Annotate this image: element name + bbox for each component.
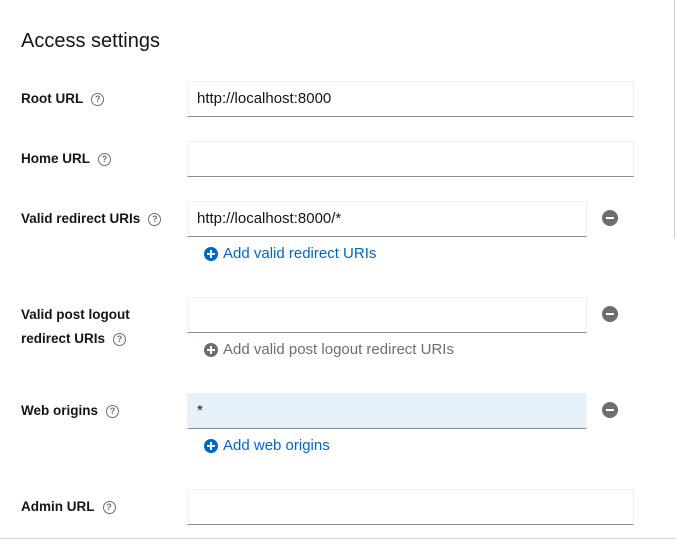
root-url-label-row: Root URL ? xyxy=(21,87,105,111)
help-icon[interactable]: ? xyxy=(148,212,162,226)
post-logout-label-line1: Valid post logout xyxy=(21,303,130,327)
valid-redirect-label: Valid redirect URIs xyxy=(21,211,141,226)
remove-web-origin-button[interactable] xyxy=(602,402,618,418)
post-logout-label-text2: redirect URIs xyxy=(21,331,106,346)
add-post-logout-redirect-uris-label: Add valid post logout redirect URIs xyxy=(223,341,454,358)
plus-circle-icon xyxy=(204,438,218,453)
remove-post-logout-uri-button[interactable] xyxy=(602,306,618,322)
root-url-input[interactable]: http://localhost:8000 xyxy=(187,81,634,117)
post-logout-label-row: redirect URIs ? xyxy=(21,327,127,351)
help-icon[interactable]: ? xyxy=(106,404,120,418)
valid-redirect-input[interactable]: http://localhost:8000/* xyxy=(187,201,587,237)
valid-redirect-label-row: Valid redirect URIs ? xyxy=(21,207,162,231)
plus-circle-icon xyxy=(204,342,218,357)
web-origins-label-row: Web origins ? xyxy=(21,399,120,423)
panel-divider xyxy=(674,0,675,238)
bottom-divider xyxy=(0,538,676,539)
help-icon[interactable]: ? xyxy=(91,92,105,106)
admin-url-label: Admin URL xyxy=(21,499,95,514)
plus-circle-icon xyxy=(204,246,218,261)
web-origins-label: Web origins xyxy=(21,403,99,418)
post-logout-redirect-input[interactable] xyxy=(187,297,587,333)
help-icon[interactable]: ? xyxy=(102,500,116,514)
admin-url-input[interactable] xyxy=(187,489,634,525)
home-url-input[interactable] xyxy=(187,141,634,177)
add-valid-redirect-uris-label: Add valid redirect URIs xyxy=(223,245,377,262)
web-origins-input[interactable]: * xyxy=(187,393,587,429)
add-web-origins-label: Add web origins xyxy=(223,437,330,454)
post-logout-label-text1: Valid post logout xyxy=(21,307,130,322)
add-web-origins-link[interactable]: Add web origins xyxy=(204,437,330,454)
help-icon[interactable]: ? xyxy=(98,152,112,166)
admin-url-label-row: Admin URL ? xyxy=(21,495,116,519)
root-url-label: Root URL xyxy=(21,91,84,106)
add-post-logout-redirect-uris-link[interactable]: Add valid post logout redirect URIs xyxy=(204,341,454,358)
home-url-label: Home URL xyxy=(21,151,91,166)
add-valid-redirect-uris-link[interactable]: Add valid redirect URIs xyxy=(204,245,376,262)
remove-redirect-uri-button[interactable] xyxy=(602,210,618,226)
access-settings-panel: Access settings Root URL ? http://localh… xyxy=(0,0,676,549)
home-url-label-row: Home URL ? xyxy=(21,147,112,171)
section-title: Access settings xyxy=(21,30,160,52)
help-icon[interactable]: ? xyxy=(113,332,127,346)
